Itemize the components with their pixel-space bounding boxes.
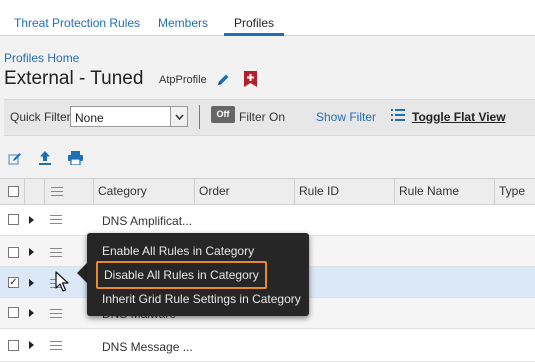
- table-row[interactable]: DNS Amplificat...: [0, 205, 535, 236]
- drag-handle-icon[interactable]: [50, 309, 62, 321]
- column-header-rule-name[interactable]: Rule Name: [394, 179, 494, 204]
- tab-bar: Threat Protection Rules Members Profiles: [0, 0, 535, 36]
- context-menu: Enable All Rules in Category Disable All…: [87, 233, 309, 316]
- column-header-order[interactable]: Order: [194, 179, 294, 204]
- drag-handle-icon[interactable]: [50, 215, 62, 227]
- drag-handle-icon[interactable]: [50, 248, 62, 260]
- filter-on-label: Filter On: [239, 110, 286, 124]
- row-checkbox-checked[interactable]: ✓: [8, 277, 19, 288]
- quick-filter-label: Quick Filter: [10, 110, 71, 124]
- row-checkbox[interactable]: [8, 340, 19, 351]
- expand-column-header: [24, 179, 44, 204]
- expand-icon[interactable]: [29, 248, 34, 256]
- tab-profiles[interactable]: Profiles: [224, 0, 285, 36]
- edit-rules-icon[interactable]: [8, 152, 22, 166]
- drag-handle-icon: [51, 187, 63, 199]
- column-header-rule-id[interactable]: Rule ID: [294, 179, 394, 204]
- drag-handle-icon[interactable]: [50, 341, 62, 353]
- column-header-type[interactable]: Type: [494, 179, 535, 204]
- row-checkbox[interactable]: [8, 307, 19, 318]
- upload-icon[interactable]: [38, 150, 52, 166]
- menu-item-enable-all[interactable]: Enable All Rules in Category: [102, 244, 254, 258]
- category-cell: DNS Message ...: [102, 340, 193, 354]
- category-cell: DNS Amplificat...: [102, 214, 193, 228]
- toggle-flat-view-link[interactable]: Toggle Flat View: [412, 110, 506, 124]
- list-view-icon[interactable]: [391, 109, 405, 121]
- quick-filter-value: None: [75, 111, 104, 125]
- profile-type-label: AtpProfile: [159, 74, 207, 86]
- expand-icon[interactable]: [29, 341, 34, 349]
- select-all-checkbox[interactable]: [8, 186, 19, 197]
- tab-members[interactable]: Members: [158, 0, 208, 35]
- expand-icon[interactable]: [29, 279, 34, 287]
- menu-item-inherit-grid-settings[interactable]: Inherit Grid Rule Settings in Category: [102, 292, 301, 306]
- filter-toggle[interactable]: Off: [211, 106, 235, 123]
- page-title: External - Tuned: [4, 68, 144, 89]
- divider: [199, 105, 200, 129]
- print-icon[interactable]: [68, 151, 83, 165]
- show-filter-link[interactable]: Show Filter: [316, 110, 376, 124]
- quick-filter-select[interactable]: None: [70, 106, 188, 127]
- column-header-category[interactable]: Category: [93, 179, 194, 204]
- expand-icon[interactable]: [29, 216, 34, 224]
- mouse-cursor-icon: [55, 271, 69, 296]
- edit-icon[interactable]: [215, 71, 231, 87]
- drag-column-header: [44, 179, 93, 204]
- delete-icon[interactable]: [243, 71, 257, 87]
- table-row[interactable]: DNS Message ...: [0, 329, 535, 362]
- tab-threat-protection-rules[interactable]: Threat Protection Rules: [14, 0, 140, 35]
- chevron-down-icon[interactable]: [170, 107, 187, 126]
- expand-icon[interactable]: [29, 309, 34, 317]
- grid-header: Category Order Rule ID Rule Name Type: [0, 178, 535, 205]
- context-menu-pointer: [77, 263, 87, 283]
- breadcrumb[interactable]: Profiles Home: [4, 51, 79, 65]
- row-checkbox[interactable]: [8, 247, 19, 258]
- menu-item-disable-all[interactable]: Disable All Rules in Category: [96, 261, 267, 289]
- row-checkbox[interactable]: [8, 214, 19, 225]
- filter-bar: Quick Filter None Off Filter On Show Fil…: [4, 99, 535, 136]
